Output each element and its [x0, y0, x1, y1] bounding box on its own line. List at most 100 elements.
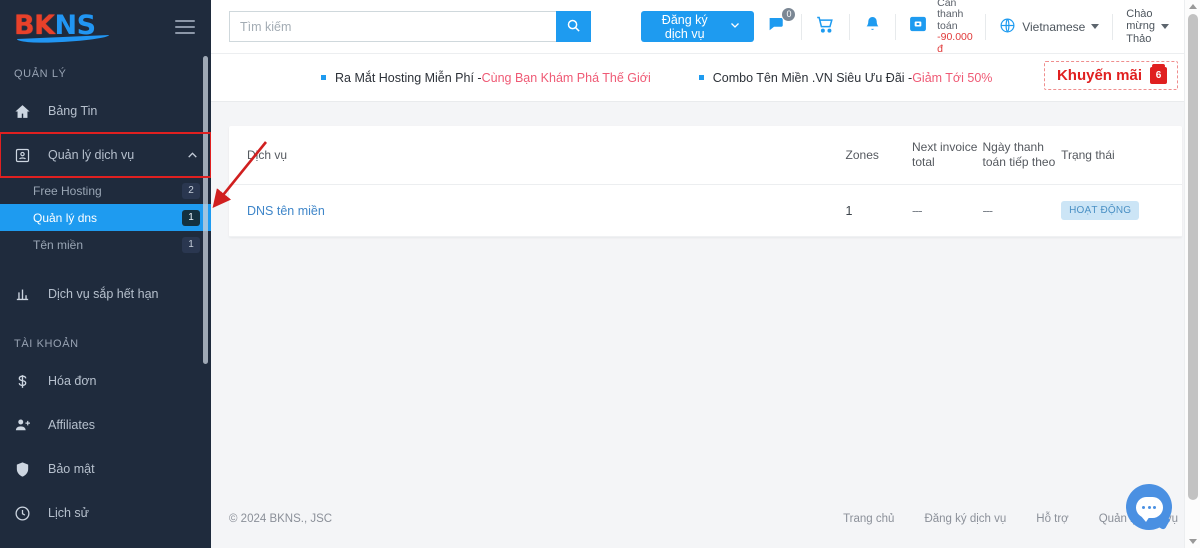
col-header-next-payment: Ngày thanh toán tiếp theo	[982, 126, 1062, 185]
sidebar-item-label: Bảng Tin	[48, 104, 98, 118]
sidebar-item-affiliates[interactable]: Affiliates	[0, 403, 211, 447]
table-header-row: Dịch vụ Zones Next invoice total Ngày th…	[229, 126, 1182, 185]
payment-due-amount: -90.000 đ	[937, 31, 973, 55]
page-scrollbar[interactable]	[1184, 0, 1200, 548]
payment-due-widget[interactable]: Cần thanh toán -90.000 đ	[896, 0, 985, 55]
message-icon: 0	[767, 6, 797, 40]
content-area: Dịch vụ Zones Next invoice total Ngày th…	[211, 102, 1200, 237]
messages-button[interactable]: 0	[754, 6, 801, 40]
col-header-zones: Zones	[845, 126, 912, 185]
scroll-down-arrow-icon[interactable]	[1189, 539, 1197, 544]
sidebar-section-account: TÀI KHOẢN	[14, 338, 79, 350]
sidebar-subitem-quan-ly-dns[interactable]: Quản lý dns 1	[0, 204, 211, 231]
user-menu[interactable]: Chào mừng Thảo	[1113, 8, 1182, 46]
promo-item-1[interactable]: Ra Mắt Hosting Miễn Phí - Cùng Bạn Khám …	[321, 71, 651, 85]
bar-chart-icon	[14, 286, 40, 303]
search-input[interactable]	[229, 11, 556, 42]
cart-button[interactable]	[802, 14, 849, 40]
register-service-label: Đăng ký dịch vụ	[661, 12, 708, 41]
hamburger-bar	[175, 32, 195, 34]
bullet-icon	[698, 75, 704, 80]
greet-line2: mừng	[1126, 20, 1156, 33]
logo-bk-text: BK	[14, 10, 55, 41]
sidebar-item-label: Lịch sử	[48, 506, 90, 520]
services-card: Dịch vụ Zones Next invoice total Ngày th…	[229, 126, 1182, 237]
sidebar-item-bang-tin[interactable]: Bảng Tin	[0, 89, 211, 133]
language-selector[interactable]: Vietnamese	[986, 17, 1112, 37]
hamburger-icon[interactable]	[175, 16, 195, 38]
col-header-invoice-total: Next invoice total	[912, 126, 983, 185]
chat-dot	[1142, 505, 1145, 509]
wallet-icon	[908, 14, 928, 39]
promo-item-2-highlight: Giảm Tới 50%	[912, 70, 993, 85]
footer-link-dang-ky-dich-vu[interactable]: Đăng ký dịch vụ	[924, 513, 1006, 525]
table-row[interactable]: DNS tên miền 1 --- --- HOẠT ĐỘNG	[229, 184, 1182, 237]
clock-icon	[14, 505, 40, 522]
promotion-badge[interactable]: Khuyến mãi 6	[1043, 61, 1178, 90]
app-root: BKNS QUẢN LÝ Bảng Tin Quản lý dịch vụ Fr…	[0, 0, 1200, 548]
chevron-up-icon	[186, 149, 199, 162]
search-button[interactable]	[556, 11, 591, 42]
sidebar-item-hoa-don[interactable]: Hóa đơn	[0, 359, 211, 403]
gift-icon: 6	[1150, 64, 1167, 84]
dollar-icon	[14, 373, 40, 390]
message-count-badge: 0	[781, 6, 797, 22]
table-head: Dịch vụ Zones Next invoice total Ngày th…	[229, 126, 1182, 185]
sidebar-subitem-badge: 2	[182, 182, 200, 199]
table-body: DNS tên miền 1 --- --- HOẠT ĐỘNG	[229, 184, 1182, 237]
hamburger-bar	[175, 20, 195, 22]
payment-due-line2: thanh	[937, 8, 964, 21]
bkns-logo[interactable]: BKNS	[14, 10, 109, 45]
promo-item-1-text: Ra Mắt Hosting Miễn Phí -	[335, 70, 482, 85]
promo-item-2[interactable]: Combo Tên Miền .VN Siêu Ưu Đãi - Giảm Tớ…	[698, 70, 993, 85]
page-scrollbar-thumb[interactable]	[1188, 14, 1198, 500]
sidebar-subitem-badge: 1	[182, 236, 200, 253]
cart-icon	[815, 14, 836, 40]
services-table: Dịch vụ Zones Next invoice total Ngày th…	[229, 126, 1182, 237]
chat-dot	[1153, 505, 1156, 509]
sidebar-item-danh-sach-lien-he[interactable]: Danh sách liên hệ	[0, 535, 211, 548]
header-actions: 0 Cần thanh toán -90.000 đ Vietnamese Ch…	[754, 0, 1182, 55]
top-header-bar: Đăng ký dịch vụ 0	[211, 0, 1200, 54]
greet-line1: Chào	[1126, 7, 1153, 20]
greet-line3: Thảo	[1126, 32, 1152, 45]
sidebar-subitem-badge: 1	[182, 209, 200, 226]
cell-status: HOẠT ĐỘNG	[1061, 184, 1182, 237]
chat-widget-button[interactable]	[1126, 484, 1172, 530]
sidebar-item-label: Bảo mật	[48, 462, 95, 476]
footer-copyright: © 2024 BKNS., JSC	[229, 513, 333, 525]
promo-item-2-text: Combo Tên Miền .VN Siêu Ưu Đãi -	[712, 70, 913, 85]
language-label: Vietnamese	[1022, 19, 1086, 34]
footer-link-ho-tro[interactable]: Hỗ trợ	[1036, 513, 1068, 525]
cell-service: DNS tên miền	[229, 184, 846, 237]
promotion-badge-label: Khuyến mãi	[1056, 67, 1142, 84]
sidebar-subitem-label: Quản lý dns	[33, 210, 98, 225]
cell-zones: 1	[845, 184, 912, 237]
sidebar-item-quan-ly-dich-vu[interactable]: Quản lý dịch vụ	[0, 132, 211, 178]
globe-icon	[999, 17, 1016, 37]
sidebar-item-bao-mat[interactable]: Bảo mật	[0, 447, 211, 491]
chat-dot	[1147, 505, 1151, 509]
sidebar-item-label: Quản lý dịch vụ	[48, 148, 135, 162]
footer-link-trang-chu[interactable]: Trang chủ	[843, 513, 894, 525]
main-area: Đăng ký dịch vụ 0	[211, 0, 1200, 548]
promo-ribbon: Ra Mắt Hosting Miễn Phí - Cùng Bạn Khám …	[211, 54, 1200, 102]
chat-bubble-icon	[1135, 496, 1163, 522]
sidebar: BKNS QUẢN LÝ Bảng Tin Quản lý dịch vụ Fr…	[0, 0, 211, 548]
register-service-button[interactable]: Đăng ký dịch vụ	[641, 11, 755, 42]
sidebar-item-label: Hóa đơn	[48, 374, 97, 388]
sidebar-subitem-free-hosting[interactable]: Free Hosting 2	[0, 177, 211, 204]
promo-item-1-highlight: Cùng Bạn Khám Phá Thế Giới	[481, 70, 651, 85]
sidebar-scroll-area: QUẢN LÝ Bảng Tin Quản lý dịch vụ Free Ho…	[0, 54, 211, 548]
sidebar-item-dich-vu-sap-het-han[interactable]: Dịch vụ sắp hết hạn	[0, 272, 211, 316]
bell-icon	[863, 15, 882, 39]
scroll-up-arrow-icon[interactable]	[1189, 4, 1197, 9]
chevron-down-icon	[1091, 24, 1100, 29]
service-link[interactable]: DNS tên miền	[247, 204, 325, 218]
sidebar-subitem-ten-mien[interactable]: Tên miền 1	[0, 231, 211, 258]
notifications-button[interactable]	[850, 15, 895, 39]
sidebar-item-lich-su[interactable]: Lịch sử	[0, 491, 211, 535]
cell-invoice-total: ---	[912, 184, 983, 237]
col-header-service: Dịch vụ	[229, 126, 846, 185]
shield-icon	[14, 461, 40, 478]
